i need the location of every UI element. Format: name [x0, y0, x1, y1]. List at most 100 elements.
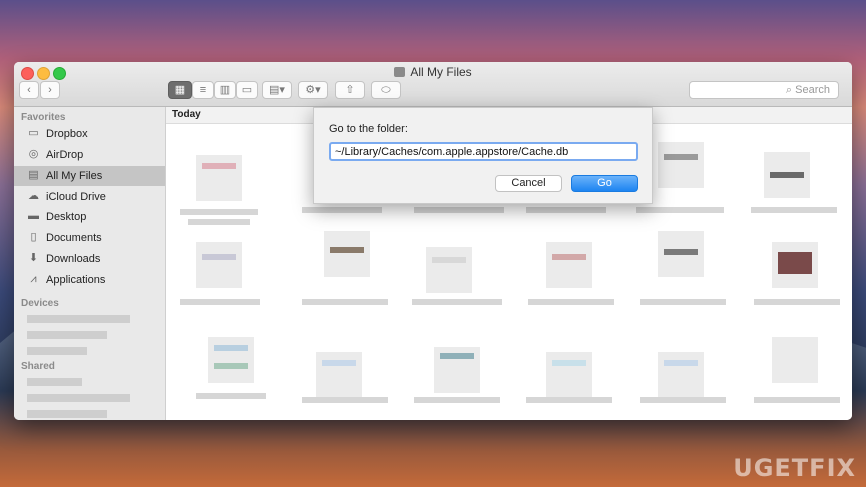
file-caption: [414, 207, 504, 213]
file-thumbnail[interactable]: [546, 352, 592, 398]
sidebar-item-label: Documents: [46, 232, 102, 244]
file-caption: [526, 207, 606, 213]
sidebar-item-label: Applications: [46, 274, 106, 286]
sidebar-item-icloud-drive[interactable]: ☁ iCloud Drive: [14, 187, 165, 207]
blurred-device-item: [27, 315, 130, 323]
list-icon: ≡: [199, 84, 207, 96]
blurred-shared-item: [27, 394, 130, 402]
cover-flow-icon: ▭: [241, 84, 253, 96]
downloads-icon: ⬇: [28, 252, 39, 264]
column-view-button[interactable]: ▥: [214, 81, 236, 99]
file-caption: [751, 207, 837, 213]
file-caption: [754, 299, 840, 305]
back-button[interactable]: ‹: [19, 81, 39, 99]
blurred-device-item: [27, 331, 107, 339]
file-thumbnail[interactable]: [324, 231, 370, 277]
columns-icon: ▥: [219, 84, 231, 96]
devices-heading: Devices: [21, 298, 59, 309]
sidebar-item-label: AirDrop: [46, 149, 84, 161]
sidebar-item-label: Desktop: [46, 211, 87, 223]
file-thumbnail[interactable]: [316, 352, 362, 398]
file-caption: [526, 397, 612, 403]
sidebar-item-label: iCloud Drive: [46, 191, 106, 203]
file-caption: [188, 219, 250, 225]
sidebar-item-applications[interactable]: ⩘ Applications: [14, 270, 165, 290]
sidebar-item-airdrop[interactable]: ◎ AirDrop: [14, 145, 165, 165]
documents-icon: ▯: [30, 231, 37, 243]
folder-icon: ▭: [28, 127, 39, 139]
file-caption: [302, 299, 388, 305]
file-thumbnail[interactable]: [658, 352, 704, 398]
shared-heading: Shared: [21, 361, 55, 372]
file-caption: [414, 397, 500, 403]
sidebar-item-label: All My Files: [46, 170, 103, 182]
all-files-icon: ▤: [28, 169, 39, 181]
window-title: All My Files: [14, 65, 852, 79]
tags-button[interactable]: ⬭: [371, 81, 401, 99]
chevron-right-icon: ›: [48, 84, 52, 96]
file-thumbnail[interactable]: [772, 337, 818, 383]
share-icon: ⇧: [345, 84, 355, 96]
file-thumbnail[interactable]: [434, 347, 480, 393]
file-caption: [640, 397, 726, 403]
file-thumbnail[interactable]: [772, 242, 818, 288]
file-thumbnail[interactable]: [658, 231, 704, 277]
file-caption: [754, 397, 840, 403]
titlebar: All My Files ‹ › ▦ ≡ ▥ ▭ ▤▾ ⚙▾ ⇧ ⬭ ⌕ Sea…: [14, 62, 852, 107]
folder-path-input[interactable]: [329, 142, 638, 161]
forward-button[interactable]: ›: [40, 81, 60, 99]
search-placeholder: Search: [795, 84, 830, 96]
file-caption: [640, 299, 726, 305]
chevron-left-icon: ‹: [27, 84, 31, 96]
file-thumbnail[interactable]: [764, 152, 810, 198]
file-caption: [636, 207, 724, 213]
file-caption: [302, 397, 388, 403]
search-icon: ⌕: [785, 84, 796, 96]
blurred-device-item: [27, 347, 87, 355]
grid-icon: ▦: [174, 84, 186, 96]
file-caption: [180, 299, 260, 305]
file-thumbnail[interactable]: [546, 242, 592, 288]
file-thumbnail[interactable]: [426, 247, 472, 293]
sidebar-item-all-my-files[interactable]: ▤ All My Files: [14, 166, 165, 186]
applications-icon: ⩘: [30, 273, 37, 285]
sidebar-item-label: Downloads: [46, 253, 101, 265]
arrange-icon: ▤▾: [269, 84, 285, 96]
sidebar: Favorites ▭ Dropbox ◎ AirDrop ▤ All My File…: [14, 107, 166, 420]
sidebar-item-dropbox[interactable]: ▭ Dropbox: [14, 124, 165, 144]
dialog-label: Go to the folder:: [329, 123, 408, 135]
go-button[interactable]: Go: [571, 175, 638, 192]
action-menu-button[interactable]: ⚙▾: [298, 81, 328, 99]
gear-icon: ⚙▾: [305, 84, 321, 96]
tag-icon: ⬭: [381, 84, 391, 96]
share-button[interactable]: ⇧: [335, 81, 365, 99]
sidebar-item-label: Dropbox: [46, 128, 88, 140]
blurred-shared-item: [27, 378, 82, 386]
arrange-menu-button[interactable]: ▤▾: [262, 81, 292, 99]
sidebar-item-desktop[interactable]: ▬ Desktop: [14, 207, 165, 227]
sidebar-item-downloads[interactable]: ⬇ Downloads: [14, 249, 165, 269]
file-thumbnail[interactable]: [658, 142, 704, 188]
window-title-text: All My Files: [410, 65, 472, 79]
favorites-heading: Favorites: [21, 112, 66, 123]
sidebar-item-documents[interactable]: ▯ Documents: [14, 228, 165, 248]
airdrop-icon: ◎: [28, 148, 39, 160]
cancel-button[interactable]: Cancel: [495, 175, 562, 192]
all-files-icon: [394, 67, 406, 77]
cover-flow-button[interactable]: ▭: [236, 81, 258, 99]
file-caption: [412, 299, 502, 305]
file-caption: [196, 393, 266, 399]
file-thumbnail[interactable]: [208, 337, 254, 383]
desktop-icon: ▬: [28, 210, 39, 222]
file-caption: [528, 299, 614, 305]
list-view-button[interactable]: ≡: [192, 81, 214, 99]
cloud-icon: ☁: [28, 190, 39, 202]
file-thumbnail[interactable]: [196, 242, 242, 288]
file-thumbnail[interactable]: [196, 155, 242, 201]
watermark-logo: UGETFIX: [733, 454, 856, 482]
blurred-shared-item: [27, 410, 107, 418]
icon-view-button[interactable]: ▦: [168, 81, 192, 99]
go-to-folder-dialog: Go to the folder: Cancel Go: [313, 107, 653, 204]
search-field[interactable]: ⌕ Search: [689, 81, 839, 99]
file-caption: [180, 209, 258, 215]
